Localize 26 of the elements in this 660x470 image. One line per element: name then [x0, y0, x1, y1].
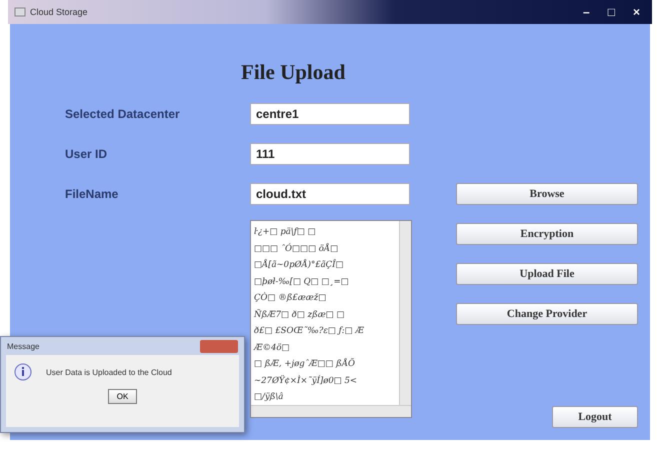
logout-button[interactable]: Logout	[552, 406, 638, 428]
text-area[interactable]: ŀ¿+□ pä\ƒ□ □ □□□ ˆÓ□□□ öÅ□ □Å[ã~0pØÅ)°£ãÇÎ□ □þøł-‰[□ Q□ □¸=□ ÇÒ□ ®ß£ææž□ ÑßÆ7□ ð□ zßæ□ □ ð£□ £SOŒ˜‰?ɛ□ ƒ:□ Æ Æ©4ö□ □ ßÆ, +jøgˆÆ□□ ßÅÕ ~27ØŸ¢×Ì×˜ÿÍ]ø0□ 5< □/ÿß\â	[250, 220, 412, 418]
action-button[interactable]: Browse	[456, 183, 638, 205]
info-icon	[14, 363, 32, 381]
field-label: FileName	[65, 186, 120, 201]
action-button[interactable]: Encryption	[456, 223, 638, 245]
input-field[interactable]: cloud.txt	[250, 183, 410, 205]
action-button[interactable]: Change Provider	[456, 303, 638, 325]
maximize-button[interactable]: □	[602, 5, 621, 19]
field-label: User ID	[65, 146, 108, 161]
page-heading: File Upload	[241, 60, 346, 85]
action-button[interactable]: Upload File	[456, 263, 638, 285]
minimize-button[interactable]: –	[577, 5, 596, 19]
field-label: Selected Datacenter	[65, 106, 181, 121]
window-icon	[14, 6, 26, 18]
encrypted-text: ŀ¿+□ pä\ƒ□ □ □□□ ˆÓ□□□ öÅ□ □Å[ã~0pØÅ)°£ãÇÎ□ □þøł-‰[□ Q□ □¸=□ ÇÒ□ ®ß£ææž□ ÑßÆ7□ ð□ zßæ□ □ ð£□ £SOŒ˜‰?ɛ□ ƒ:□ Æ Æ©4ö□ □ ßÆ, +jøgˆÆ□□ ßÅÕ ~27ØŸ¢×Ì×˜ÿÍ]ø0□ 5< □/ÿß\â	[252, 226, 365, 404]
close-button[interactable]: ×	[626, 5, 646, 19]
vertical-scrollbar[interactable]	[399, 221, 411, 405]
ok-button[interactable]: OK	[108, 389, 138, 404]
horizontal-scrollbar[interactable]	[251, 405, 411, 417]
dialog-title: Message	[7, 342, 40, 350]
input-field[interactable]: centre1	[250, 103, 410, 125]
close-button[interactable]	[200, 340, 238, 352]
window-title: Cloud Storage	[30, 7, 88, 17]
input-field[interactable]: 111	[250, 143, 410, 165]
dialog-message: User Data is Uploaded to the Cloud	[46, 368, 172, 376]
